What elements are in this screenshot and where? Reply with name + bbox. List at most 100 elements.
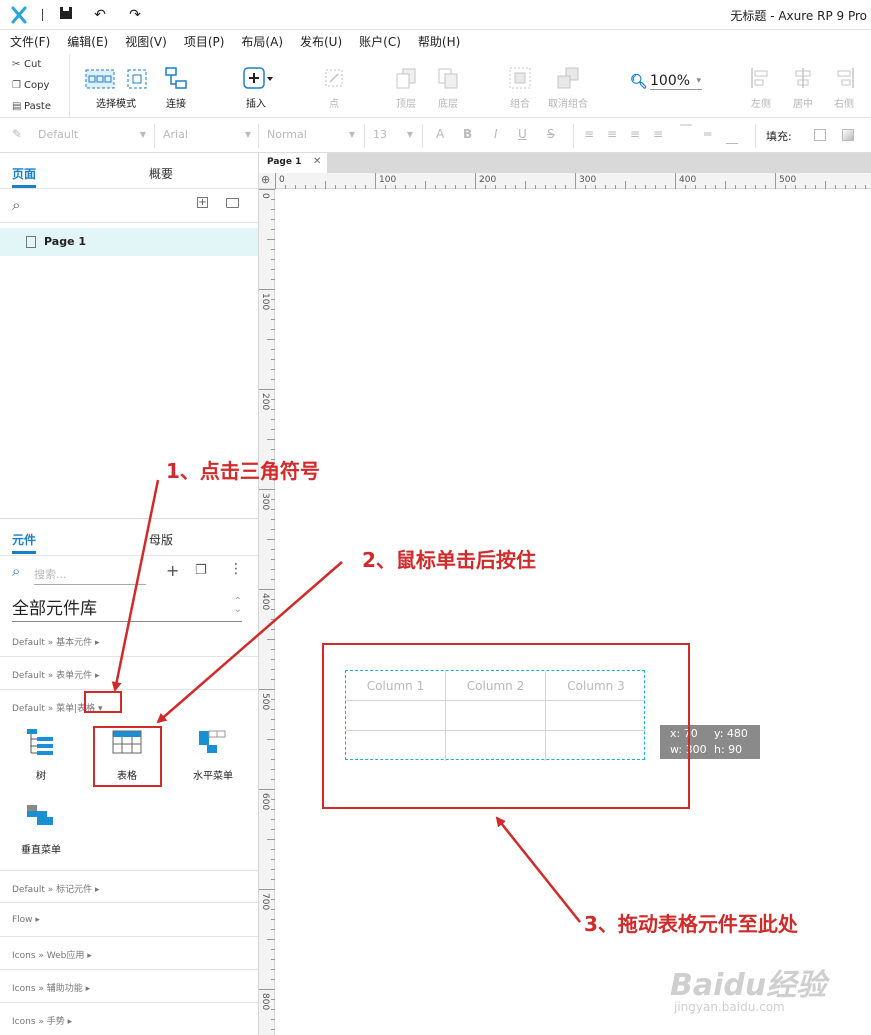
annotation-step-2: 2、鼠标单击后按住 bbox=[362, 548, 536, 572]
point-button[interactable]: 点 bbox=[318, 54, 350, 118]
top-label: 顶层 bbox=[396, 99, 416, 110]
close-icon[interactable]: ✕ bbox=[313, 156, 321, 167]
category-label: Icons » 手势 ▸ bbox=[12, 1017, 73, 1027]
style-value: Default bbox=[38, 128, 79, 141]
library-options-icon[interactable]: ❐ bbox=[195, 563, 207, 578]
fill-color-swatch[interactable] bbox=[814, 129, 826, 141]
menu-publish[interactable]: 发布(U) bbox=[300, 30, 342, 54]
font-size-select[interactable]: 13 ▼ bbox=[373, 126, 413, 146]
add-library-icon[interactable]: + bbox=[166, 561, 179, 580]
category-flow[interactable]: Flow ▸ bbox=[0, 904, 258, 937]
folder-icon[interactable] bbox=[226, 198, 239, 208]
align-right-button[interactable]: 右侧 bbox=[829, 54, 859, 118]
category-label: Default » 基本元件 ▸ bbox=[12, 638, 100, 648]
select-mode-button[interactable]: 选择模式 bbox=[80, 54, 152, 118]
ruler-label: 200 bbox=[260, 393, 270, 411]
fill-gradient-swatch[interactable] bbox=[842, 129, 854, 141]
more-vertical-icon[interactable]: ⋮ bbox=[229, 561, 243, 577]
widget-horizontal-menu[interactable]: 水平菜单 bbox=[180, 725, 246, 789]
category-basic[interactable]: Default » 基本元件 ▸ bbox=[0, 624, 258, 657]
vertical-ruler: 0 100 200 300 400 500 600 700 800 bbox=[259, 189, 275, 1035]
group-icon bbox=[509, 67, 531, 89]
add-page-icon[interactable]: + bbox=[197, 197, 208, 208]
zoom-control[interactable]: 🔍︎ 100% ▾ bbox=[630, 72, 705, 94]
cut-button[interactable]: ✂ Cut bbox=[12, 59, 41, 70]
paste-button[interactable]: ▤ Paste bbox=[12, 101, 51, 112]
redo-icon[interactable]: ↷ bbox=[126, 6, 144, 24]
align-left-label: 左侧 bbox=[751, 99, 771, 110]
align-text-left-icon[interactable]: ≡ bbox=[584, 127, 594, 141]
font-weight-select[interactable]: Normal ▼ bbox=[267, 126, 355, 146]
ungroup-button[interactable]: 取消组合 bbox=[546, 54, 590, 118]
category-markup[interactable]: Default » 标记元件 ▸ bbox=[0, 870, 258, 903]
insert-button[interactable]: 插入 bbox=[236, 54, 276, 118]
valign-middle-icon[interactable]: ═ bbox=[704, 127, 711, 141]
align-text-justify-icon[interactable]: ≡ bbox=[653, 127, 663, 141]
bold-button[interactable]: B bbox=[463, 127, 472, 141]
bring-to-top-button[interactable]: 顶层 bbox=[390, 54, 422, 118]
tab-pages[interactable]: 页面 bbox=[12, 165, 37, 188]
underline-button[interactable]: U bbox=[518, 127, 527, 141]
connect-button[interactable]: 连接 bbox=[158, 54, 194, 118]
undo-icon[interactable]: ↶ bbox=[91, 6, 109, 24]
widgets-search-input[interactable]: 搜索... bbox=[34, 566, 146, 585]
point-label: 点 bbox=[329, 99, 339, 110]
bottom-label: 底层 bbox=[438, 99, 458, 110]
align-text-center-icon[interactable]: ≡ bbox=[607, 127, 617, 141]
menu-project[interactable]: 项目(P) bbox=[184, 30, 225, 54]
widget-vertical-menu[interactable]: 垂直菜单 bbox=[8, 799, 74, 863]
menu-layout[interactable]: 布局(A) bbox=[241, 30, 283, 54]
valign-bottom-icon[interactable]: ⎽ bbox=[726, 130, 738, 145]
tab-masters[interactable]: 母版 bbox=[149, 531, 173, 548]
format-separator bbox=[422, 124, 423, 148]
copy-button[interactable]: ❐ Copy bbox=[12, 80, 49, 91]
send-to-bottom-button[interactable]: 底层 bbox=[432, 54, 464, 118]
zoom-value[interactable]: 100% bbox=[650, 73, 702, 90]
align-center-label: 居中 bbox=[793, 99, 813, 110]
group-button[interactable]: 组合 bbox=[504, 54, 536, 118]
font-color-button[interactable]: A bbox=[436, 127, 444, 141]
category-icons-accessibility[interactable]: Icons » 辅助功能 ▸ bbox=[0, 970, 258, 1003]
style-select[interactable]: Default ▼ bbox=[38, 126, 146, 146]
valign-top-icon[interactable]: ⎺ bbox=[680, 123, 692, 138]
widget-label: 树 bbox=[36, 771, 46, 782]
italic-button[interactable]: I bbox=[494, 127, 498, 141]
tab-outline[interactable]: 概要 bbox=[149, 165, 173, 182]
align-center-button[interactable]: 居中 bbox=[788, 54, 818, 118]
search-icon[interactable]: ⌕ bbox=[12, 196, 20, 214]
tab-widgets[interactable]: 元件 bbox=[12, 531, 37, 554]
category-icons-gesture[interactable]: Icons » 手势 ▸ bbox=[0, 1003, 258, 1035]
category-icons-web[interactable]: Icons » Web应用 ▸ bbox=[0, 937, 258, 970]
widget-tree[interactable]: 树 bbox=[8, 725, 74, 789]
align-text-right-icon[interactable]: ≡ bbox=[630, 127, 640, 141]
menu-file[interactable]: 文件(F) bbox=[10, 30, 50, 54]
send-back-icon bbox=[438, 68, 458, 89]
category-form[interactable]: Default » 表单元件 ▸ bbox=[0, 657, 258, 690]
strikethrough-icon[interactable]: S̶ bbox=[547, 127, 555, 141]
category-menu-table[interactable]: Default » 菜单|表格 ▾ bbox=[0, 690, 258, 723]
doc-tab-page-1[interactable]: Page 1 ✕ bbox=[259, 153, 327, 173]
save-icon[interactable] bbox=[57, 6, 75, 24]
menu-view[interactable]: 视图(V) bbox=[125, 30, 167, 54]
vertical-menu-icon bbox=[27, 805, 53, 825]
crosshair-icon: ⊕ bbox=[261, 173, 271, 186]
doc-tab-label: Page 1 bbox=[267, 157, 302, 167]
widget-label: 垂直菜单 bbox=[21, 845, 61, 856]
watermark-line-2: jingyan.baidu.com bbox=[674, 1000, 785, 1014]
align-left-icon bbox=[751, 68, 768, 88]
menu-account[interactable]: 账户(C) bbox=[359, 30, 401, 54]
menu-edit[interactable]: 编辑(E) bbox=[67, 30, 108, 54]
menu-help[interactable]: 帮助(H) bbox=[418, 30, 460, 54]
font-select[interactable]: Arial ▼ bbox=[163, 126, 251, 146]
library-select[interactable]: 全部元件库 ⌃ ⌄ bbox=[12, 594, 242, 622]
align-right-label: 右侧 bbox=[834, 99, 854, 110]
align-left-button[interactable]: 左侧 bbox=[746, 54, 776, 118]
page-item-page-1[interactable]: Page 1 bbox=[0, 228, 258, 256]
select-mode-icon bbox=[85, 69, 147, 89]
style-brush-icon: ✎ bbox=[12, 127, 23, 141]
document-tab-bar: Page 1 ✕ bbox=[259, 153, 871, 173]
copy-icon: ❐ bbox=[12, 80, 21, 91]
insert-label: 插入 bbox=[246, 99, 266, 110]
chevron-down-icon[interactable]: ▾ bbox=[696, 76, 701, 86]
ruler-label: 400 bbox=[679, 175, 697, 185]
